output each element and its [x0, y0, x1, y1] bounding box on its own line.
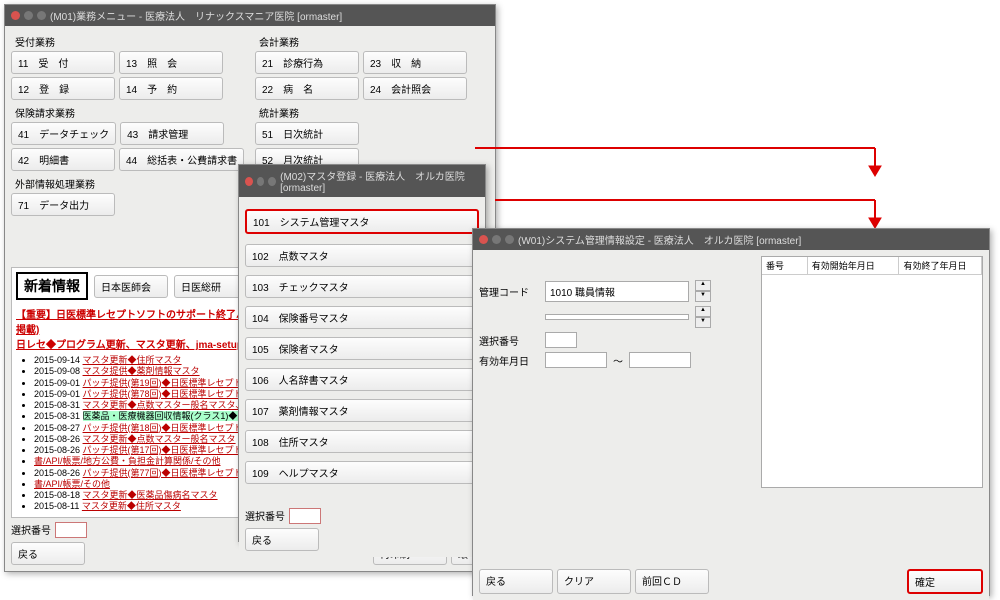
news-link[interactable]: パッチ提供(第19回)◆日医標準レセプトソフ: [83, 378, 261, 388]
arrow-1: [475, 138, 895, 178]
col-end: 有効終了年月日: [899, 257, 982, 274]
min-icon[interactable]: [257, 177, 265, 186]
date-to[interactable]: [629, 352, 691, 368]
sel-label: 選択番号: [11, 522, 51, 538]
code-spinner[interactable]: ▲ ▼: [695, 280, 711, 302]
btn-confirm[interactable]: 確定: [907, 569, 983, 594]
code-label: 管理コード: [479, 284, 539, 299]
news-link[interactable]: パッチ提供(第78回)◆日医標準レセプトソフ: [83, 389, 261, 399]
btn-11[interactable]: 11 受 付: [11, 51, 115, 74]
max-icon[interactable]: [505, 235, 514, 244]
max-icon[interactable]: [37, 11, 46, 20]
down-icon[interactable]: ▼: [695, 291, 711, 302]
min-icon[interactable]: [492, 235, 501, 244]
title-text: (M01)業務メニュー - 医療法人 リナックスマニア医院 [ormaster]: [50, 8, 342, 23]
min-icon[interactable]: [24, 11, 33, 20]
btn-back-2[interactable]: 戻る: [245, 528, 319, 551]
btn-prevcd[interactable]: 前回ＣＤ: [635, 569, 709, 594]
section-insurance: 保険請求業務: [15, 105, 245, 120]
btn-105[interactable]: 105 保険者マスタ: [245, 337, 479, 360]
section-accounting: 会計業務: [259, 34, 489, 49]
news-link[interactable]: マスタ提供◆薬剤情報マスタ: [83, 366, 200, 376]
btn-jmari[interactable]: 日医総研: [174, 275, 248, 298]
news-link[interactable]: パッチ提供(第18回)◆日医標準レセプトソフ: [83, 423, 261, 433]
validity-list[interactable]: 番号 有効開始年月日 有効終了年月日: [761, 256, 983, 488]
close-icon[interactable]: [11, 11, 20, 20]
btn-103[interactable]: 103 チェックマスタ: [245, 275, 479, 298]
btn-101-sysmgmt[interactable]: 101 システム管理マスタ: [245, 209, 479, 234]
sel-label-2: 選択番号: [245, 508, 285, 524]
news-link[interactable]: 書/API/帳票/その他: [34, 479, 110, 489]
btn-41[interactable]: 41 データチェック: [11, 122, 116, 145]
btn-43[interactable]: 43 請求管理: [120, 122, 224, 145]
subcode-spinner[interactable]: ▲ ▼: [695, 306, 711, 328]
btn-107[interactable]: 107 薬剤情報マスタ: [245, 399, 479, 422]
news-link[interactable]: マスタ更新◆点数マスター般名マスタ、最低: [83, 400, 263, 410]
btn-jma[interactable]: 日本医師会: [94, 275, 168, 298]
news-link[interactable]: 医薬品・医療機器回収情報(クラス1)◆No: [83, 411, 249, 421]
news-link[interactable]: パッチ提供(第77回)◆日医標準レセプトソフ: [83, 468, 261, 478]
titlebar-m02[interactable]: (M02)マスタ登録 - 医療法人 オルカ医院 [ormaster]: [239, 165, 485, 197]
title-text: (W01)システム管理情報設定 - 医療法人 オルカ医院 [ormaster]: [518, 232, 801, 247]
btn-21[interactable]: 21 診療行為: [255, 51, 359, 74]
news-link[interactable]: マスタ更新◆医薬品傷病名マスタ: [83, 490, 218, 500]
subcode-dropdown[interactable]: [545, 314, 689, 320]
sel-field-3[interactable]: [545, 332, 577, 348]
sel-field-2[interactable]: [289, 508, 321, 524]
btn-14[interactable]: 14 予 約: [119, 77, 223, 100]
news-title: 新着情報: [16, 272, 88, 300]
btn-44[interactable]: 44 総括表・公費請求書: [119, 148, 244, 171]
btn-108[interactable]: 108 住所マスタ: [245, 430, 479, 453]
down-icon[interactable]: ▼: [695, 317, 711, 328]
sel-label-3: 選択番号: [479, 333, 539, 348]
btn-102[interactable]: 102 点数マスタ: [245, 244, 479, 267]
btn-109[interactable]: 109 ヘルプマスタ: [245, 461, 479, 484]
news-link[interactable]: マスタ更新◆点数マスター般名マスタ: [83, 434, 236, 444]
btn-42[interactable]: 42 明細書: [11, 148, 115, 171]
up-icon[interactable]: ▲: [695, 306, 711, 317]
btn-23[interactable]: 23 収 納: [363, 51, 467, 74]
window-m02: (M02)マスタ登録 - 医療法人 オルカ医院 [ormaster] 101 シ…: [238, 164, 486, 542]
titlebar-w01[interactable]: (W01)システム管理情報設定 - 医療法人 オルカ医院 [ormaster]: [473, 229, 989, 250]
section-stats: 統計業務: [259, 105, 489, 120]
btn-24[interactable]: 24 会計照会: [363, 77, 467, 100]
news-link[interactable]: パッチ提供(第17回)◆日医標準レセプトソフ: [83, 445, 261, 455]
titlebar-m01[interactable]: (M01)業務メニュー - 医療法人 リナックスマニア医院 [ormaster]: [5, 5, 495, 26]
code-dropdown[interactable]: 1010 職員情報: [545, 281, 689, 302]
news-link[interactable]: マスタ更新◆住所マスタ: [82, 501, 181, 511]
section-external: 外部情報処理業務: [15, 176, 245, 191]
window-w01: (W01)システム管理情報設定 - 医療法人 オルカ医院 [ormaster] …: [472, 228, 990, 596]
max-icon[interactable]: [268, 177, 276, 186]
btn-106[interactable]: 106 人名辞書マスタ: [245, 368, 479, 391]
btn-104[interactable]: 104 保険番号マスタ: [245, 306, 479, 329]
close-icon[interactable]: [479, 235, 488, 244]
btn-back-1[interactable]: 戻る: [11, 542, 85, 565]
btn-13[interactable]: 13 照 会: [119, 51, 223, 74]
news-link[interactable]: マスタ更新◆住所マスタ: [83, 355, 182, 365]
btn-back-3[interactable]: 戻る: [479, 569, 553, 594]
title-text: (M02)マスタ登録 - 医療法人 オルカ医院 [ormaster]: [280, 168, 479, 194]
btn-22[interactable]: 22 病 名: [255, 77, 359, 100]
btn-12[interactable]: 12 登 録: [11, 77, 115, 100]
date-from[interactable]: [545, 352, 607, 368]
col-start: 有効開始年月日: [808, 257, 900, 274]
tilde: ～: [613, 353, 623, 368]
section-reception: 受付業務: [15, 34, 245, 49]
btn-71[interactable]: 71 データ出力: [11, 193, 115, 216]
close-icon[interactable]: [245, 177, 253, 186]
sel-field[interactable]: [55, 522, 87, 538]
col-no: 番号: [762, 257, 808, 274]
btn-51[interactable]: 51 日次統計: [255, 122, 359, 145]
btn-clear[interactable]: クリア: [557, 569, 631, 594]
up-icon[interactable]: ▲: [695, 280, 711, 291]
dates-label: 有効年月日: [479, 353, 539, 368]
news-link[interactable]: 書/API/帳票/地方公費・負担金計算関係/その他: [34, 456, 221, 466]
